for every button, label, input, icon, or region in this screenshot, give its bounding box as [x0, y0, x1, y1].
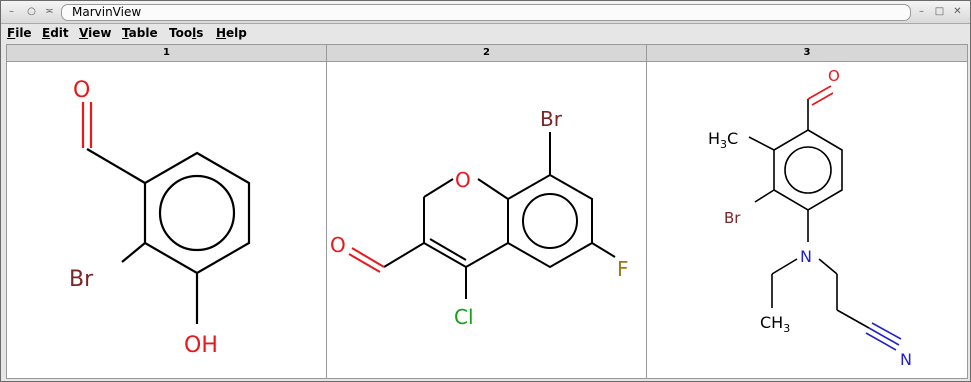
atom-br: Br [724, 209, 741, 227]
bond-f [591, 242, 616, 258]
maximize-icon[interactable]: □ [933, 5, 946, 18]
bond-ring-aldehyde [86, 148, 146, 184]
menu-help[interactable]: Help [216, 26, 247, 41]
bond-n-ch2 [771, 258, 798, 275]
atom-ch3: CH3 [760, 313, 790, 335]
molecule-table: 1 2 3 O Br OH Br O O F Cl O H3C Br N CH3… [6, 44, 968, 379]
bond-ring-o [477, 178, 509, 200]
close-icon[interactable]: ✕ [951, 5, 964, 18]
atom-o-ring: O [455, 168, 471, 192]
bond-ch2-cn [836, 309, 870, 329]
aromatic-circle [158, 174, 236, 252]
aromatic-circle [522, 193, 578, 249]
shade-icon[interactable]: ○ [25, 5, 38, 18]
minimize-left-icon[interactable]: – [5, 5, 18, 18]
aromatic-circle [784, 146, 832, 194]
menu-file[interactable]: File [7, 26, 32, 41]
bond-ring-br [121, 242, 146, 263]
window-menu-icon[interactable]: ≍ [43, 5, 56, 18]
molecule-cell-3[interactable]: O H3C Br N CH3 N [647, 62, 967, 378]
atom-o: O [828, 67, 840, 85]
atom-n-nitrile: N [900, 350, 912, 369]
bond-c4-c4a [465, 242, 509, 268]
cho-double-a [807, 85, 832, 100]
atom-o: O [73, 78, 90, 103]
bond-ring-ch3 [748, 136, 775, 151]
atom-br: Br [69, 267, 94, 292]
menu-table[interactable]: Table [122, 26, 158, 41]
bond-c3-cho [383, 242, 425, 268]
bond-o-ch2 [423, 178, 454, 198]
atom-h3c: H3C [708, 129, 738, 151]
structure-3: O H3C Br N CH3 N [708, 67, 912, 369]
bond-ring-br [754, 189, 775, 203]
menu-bar: File Edit View Table Tools Help [1, 24, 970, 43]
benzo-ring [507, 173, 593, 269]
atom-o-aldehyde: O [330, 233, 346, 257]
menu-edit[interactable]: Edit [42, 26, 69, 41]
column-header-1[interactable]: 1 [7, 45, 327, 62]
title-bar: – ○ ≍ MarvinView – □ ✕ [1, 1, 970, 24]
atom-f: F [617, 257, 629, 281]
title-box: MarvinView [61, 4, 911, 21]
menu-tools[interactable]: Tools [169, 26, 203, 41]
marvinview-window: – ○ ≍ MarvinView – □ ✕ File Edit View Ta… [0, 0, 971, 382]
window-title: MarvinView [72, 5, 142, 19]
molecule-cell-1[interactable]: O Br OH [7, 62, 327, 378]
atom-n: N [800, 247, 812, 266]
atom-oh: OH [184, 333, 218, 358]
molecule-cell-2[interactable]: Br O O F Cl [327, 62, 647, 378]
structure-2: Br O O F Cl [330, 107, 629, 329]
atom-cl: Cl [454, 305, 474, 329]
nitrile-b [871, 322, 902, 340]
atom-br: Br [540, 107, 563, 131]
column-header-2[interactable]: 2 [327, 45, 647, 62]
menu-view[interactable]: View [79, 26, 111, 41]
column-header-3[interactable]: 3 [647, 45, 967, 62]
bond-n-ch2b [818, 258, 838, 275]
structure-1: O Br OH [69, 78, 251, 358]
iconify-icon[interactable]: – [915, 5, 928, 18]
